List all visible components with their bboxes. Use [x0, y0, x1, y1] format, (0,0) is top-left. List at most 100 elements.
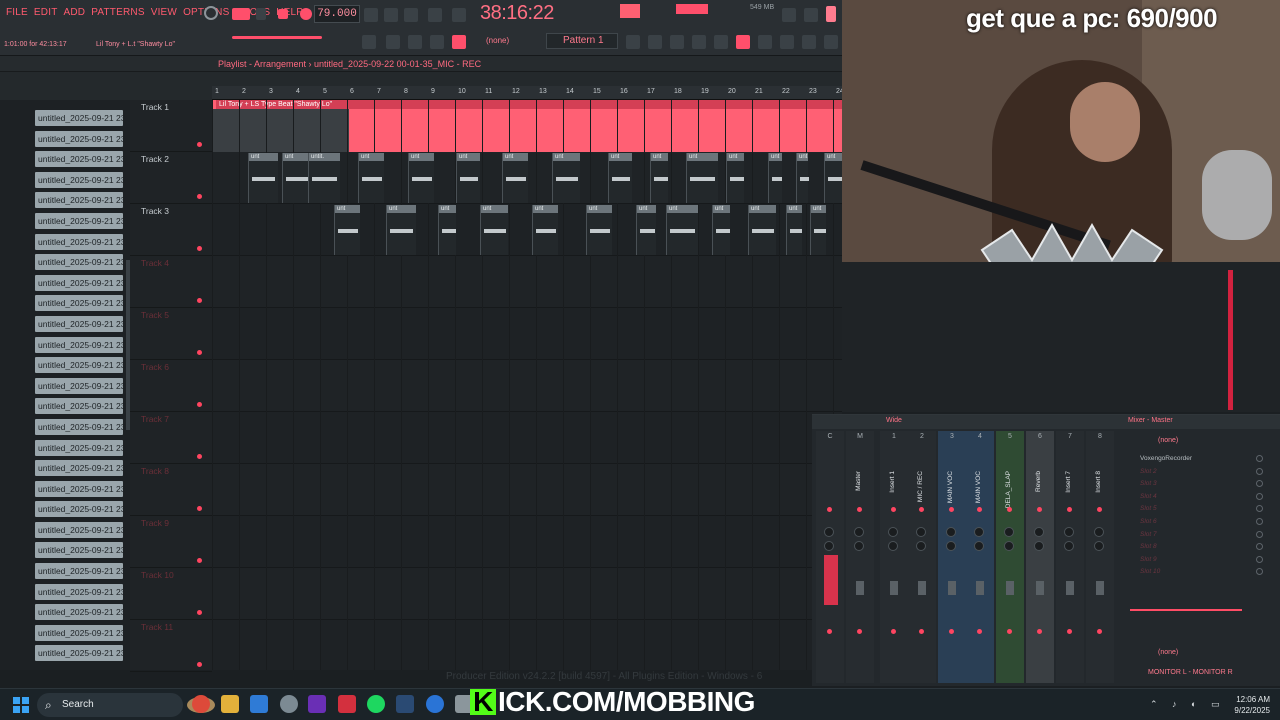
- track-header[interactable]: Track 7: [130, 412, 212, 464]
- mixer-active-dot[interactable]: [1067, 507, 1072, 512]
- slot-enable-toggle[interactable]: [1256, 480, 1263, 488]
- mixer-active-dot[interactable]: [1097, 507, 1102, 512]
- sample-clip[interactable]: unt: [608, 153, 632, 203]
- slot-enable-toggle[interactable]: [1256, 530, 1263, 538]
- video-app-icon[interactable]: [338, 695, 356, 713]
- mixer-effect-slot[interactable]: Slot 7: [1140, 531, 1157, 538]
- mixer-wide-label[interactable]: Wide: [886, 417, 902, 424]
- mixer-send-dot[interactable]: [919, 629, 924, 634]
- mixer-pan-knob[interactable]: [854, 541, 864, 551]
- browser-file-item[interactable]: untitled_2025-09-21 23-: [35, 130, 123, 147]
- edge-icon[interactable]: [250, 695, 268, 713]
- mixer-effect-slot[interactable]: Slot 10: [1140, 568, 1160, 575]
- sample-clip[interactable]: unt: [712, 205, 730, 255]
- mixer-pan-knob[interactable]: [916, 541, 926, 551]
- track-mute-dot[interactable]: [197, 246, 202, 251]
- menu-icon[interactable]: [824, 35, 838, 49]
- sample-clip[interactable]: unt: [456, 153, 480, 203]
- sample-clip[interactable]: unt: [636, 205, 656, 255]
- sample-clip[interactable]: unt: [666, 205, 698, 255]
- slot-enable-toggle[interactable]: [1256, 455, 1263, 462]
- plug-icon[interactable]: [758, 35, 772, 49]
- bell-icon[interactable]: [452, 35, 466, 49]
- slot-enable-toggle[interactable]: [1256, 543, 1263, 551]
- browser-file-item[interactable]: untitled_2025-09-21 23-: [35, 171, 123, 188]
- microphone-icon[interactable]: [826, 6, 836, 22]
- browser-file-item[interactable]: untitled_2025-09-21 23-: [35, 604, 123, 621]
- slot-enable-toggle[interactable]: [1256, 555, 1263, 563]
- browser-file-item[interactable]: untitled_2025-09-21 23-: [35, 563, 123, 580]
- mixer-effect-slot[interactable]: Slot 9: [1140, 556, 1157, 563]
- arrow-icon[interactable]: [386, 35, 400, 49]
- mixer-pan-knob[interactable]: [974, 541, 984, 551]
- link-icon[interactable]: [430, 35, 444, 49]
- track-mute-dot[interactable]: [197, 402, 202, 407]
- sample-clip[interactable]: unt: [438, 205, 456, 255]
- menu-patterns[interactable]: PATTERNS: [91, 7, 144, 18]
- windows-start-icon[interactable]: [13, 697, 29, 713]
- sample-clip[interactable]: unt: [408, 153, 434, 203]
- stop-icon[interactable]: [278, 9, 288, 19]
- track-lane[interactable]: [212, 620, 842, 670]
- mixer-effect-slot[interactable]: Slot 8: [1140, 543, 1157, 550]
- sample-clip[interactable]: unt: [586, 205, 612, 255]
- record-mode-icon[interactable]: [204, 6, 218, 20]
- playlist-window-icon[interactable]: [626, 35, 640, 49]
- browser-file-item[interactable]: untitled_2025-09-21 23-: [35, 624, 123, 641]
- browser-file-item[interactable]: untitled_2025-09-21 23-: [35, 521, 123, 538]
- mixer-strip[interactable]: 6 Reverb: [1026, 431, 1054, 683]
- browser-file-item[interactable]: untitled_2025-09-21 23-: [35, 357, 123, 374]
- mixer-strip[interactable]: 5 DELA_SLAP: [996, 431, 1024, 683]
- track-mute-dot[interactable]: [197, 298, 202, 303]
- track-lane[interactable]: [212, 308, 842, 360]
- mixer-monitor-output[interactable]: MONITOR L - MONITOR R: [1148, 669, 1233, 676]
- browser-file-item[interactable]: untitled_2025-09-21 23-: [35, 501, 123, 518]
- track-mute-dot[interactable]: [197, 662, 202, 667]
- track-header[interactable]: Track 5: [130, 308, 212, 360]
- mixer-fader[interactable]: [1066, 581, 1074, 595]
- slot-enable-toggle[interactable]: [1256, 492, 1263, 500]
- mixer-active-dot[interactable]: [949, 507, 954, 512]
- wait-input-icon[interactable]: [384, 8, 398, 22]
- step-edit-icon[interactable]: [452, 8, 466, 22]
- track-header[interactable]: Track 3: [130, 204, 212, 256]
- mixer-fader[interactable]: [890, 581, 898, 595]
- mixer-fader[interactable]: [1096, 581, 1104, 595]
- browser-file-item[interactable]: untitled_2025-09-21 23-: [35, 254, 123, 271]
- metronome-icon[interactable]: [364, 8, 378, 22]
- refresh-icon[interactable]: [782, 8, 796, 22]
- mixer-pan-knob[interactable]: [1034, 527, 1044, 537]
- menu-add[interactable]: ADD: [64, 7, 86, 18]
- snap-select[interactable]: (none): [478, 33, 536, 49]
- mixer-effect-slot[interactable]: VoxengoRecorder: [1140, 455, 1192, 462]
- sample-clip[interactable]: unt: [786, 205, 802, 255]
- mixer-send-dot[interactable]: [857, 629, 862, 634]
- browser-file-item[interactable]: untitled_2025-09-21 23-: [35, 233, 123, 250]
- sample-clip[interactable]: unt: [334, 205, 360, 255]
- browser-file-item[interactable]: untitled_2025-09-21 23-: [35, 336, 123, 353]
- track-mute-dot[interactable]: [197, 142, 202, 147]
- slot-enable-toggle[interactable]: [1256, 518, 1263, 525]
- loop-record-icon[interactable]: [428, 8, 442, 22]
- mixer-strip[interactable]: C: [816, 431, 844, 683]
- mixer-send-dot[interactable]: [1097, 629, 1102, 634]
- next-app-icon[interactable]: [308, 695, 326, 713]
- slot-enable-toggle[interactable]: [1256, 505, 1263, 513]
- countdown-icon[interactable]: [404, 8, 418, 22]
- tempo-display[interactable]: 79.000: [314, 5, 360, 23]
- track-header[interactable]: Track 10: [130, 568, 212, 620]
- sample-clip[interactable]: unt: [502, 153, 528, 203]
- browser-file-item[interactable]: untitled_2025-09-21 23-: [35, 151, 123, 168]
- spotify-icon[interactable]: [367, 695, 385, 713]
- arrangement-grid[interactable]: 1 2 3 4 5 6 7 8 9 10 11 12 13 14 15 16 17 18 19 20 21 22 23 24 …: [212, 86, 842, 670]
- mixer-pan-knob[interactable]: [974, 527, 984, 537]
- mixer-pan-knob[interactable]: [1064, 541, 1074, 551]
- mixer-pan-knob[interactable]: [1064, 527, 1074, 537]
- track-header[interactable]: Track 6: [130, 360, 212, 412]
- track-header[interactable]: Track 11: [130, 620, 212, 672]
- mixer-active-dot[interactable]: [1037, 507, 1042, 512]
- mixer-send-dot[interactable]: [1037, 629, 1042, 634]
- slot-enable-toggle[interactable]: [1256, 467, 1263, 475]
- mixer-effect-slot[interactable]: Slot 3: [1140, 480, 1157, 487]
- mixer-pan-knob[interactable]: [1034, 541, 1044, 551]
